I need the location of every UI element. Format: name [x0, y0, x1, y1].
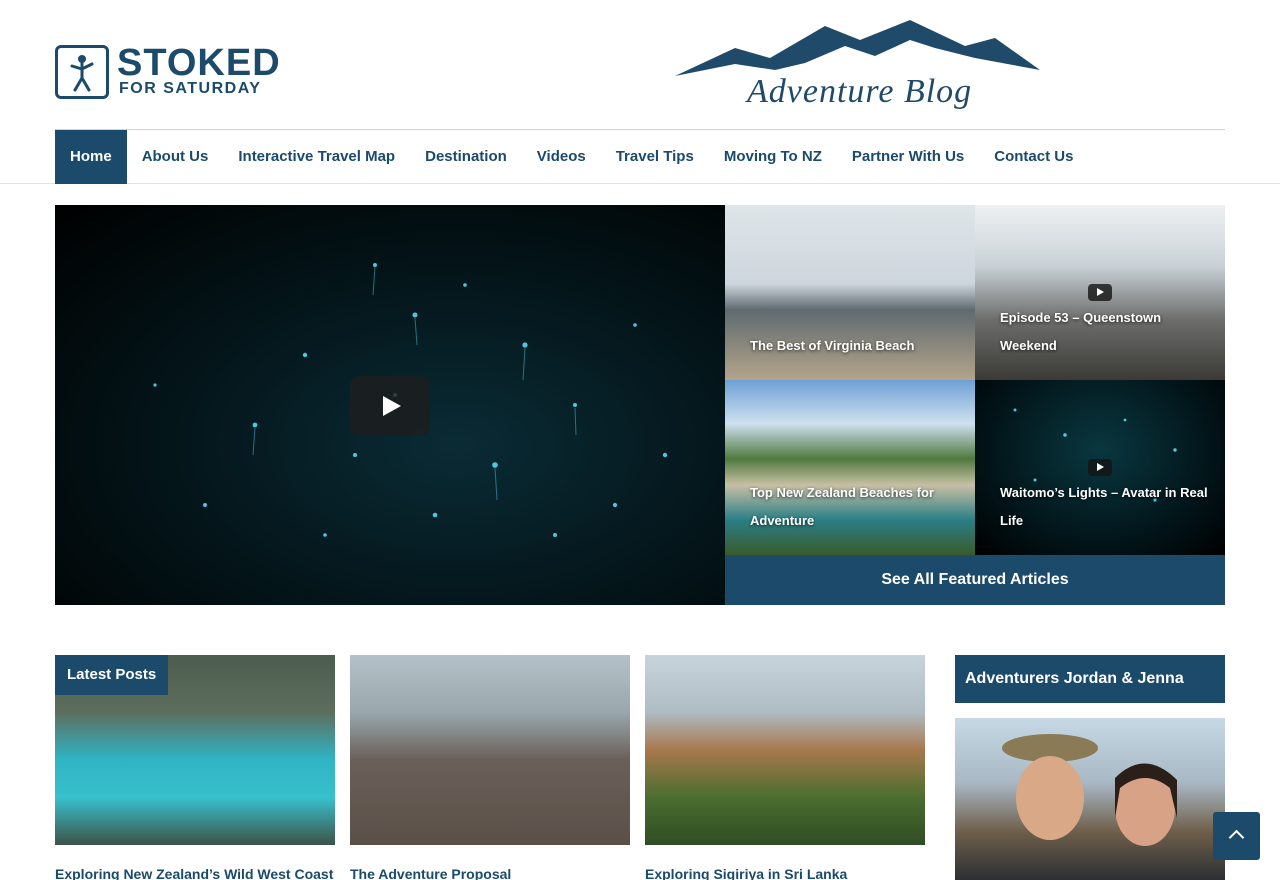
nav-item-destination[interactable]: Destination — [410, 130, 522, 184]
play-icon[interactable] — [350, 376, 430, 436]
nav-item-travel-tips[interactable]: Travel Tips — [601, 130, 709, 184]
nav-item-contact-us[interactable]: Contact Us — [979, 130, 1088, 184]
featured-tile-title[interactable]: The Best of Virginia Beach — [750, 332, 960, 360]
featured-tile[interactable]: Episode 53 – Queenstown Weekend — [975, 205, 1225, 380]
featured-tile-title[interactable]: Top New Zealand Beaches for Adventure — [750, 479, 960, 535]
featured-tile-title[interactable]: Waitomo’s Lights – Avatar in Real Life — [1000, 479, 1210, 535]
nav-item-about-us[interactable]: About Us — [127, 130, 224, 184]
featured-tile-title[interactable]: Episode 53 – Queenstown Weekend — [1000, 304, 1210, 360]
featured-hero-video[interactable] — [55, 205, 725, 605]
nav-item-videos[interactable]: Videos — [522, 130, 601, 184]
people-photo — [1002, 734, 1177, 846]
mountains-icon — [675, 20, 1040, 76]
featured-tile[interactable]: Top New Zealand Beaches for Adventure — [725, 380, 975, 555]
sidebar-heading: Adventurers Jordan & Jenna — [955, 655, 1225, 703]
banner-title: Adventure Blog — [747, 73, 973, 110]
surfer-logo-icon — [55, 45, 109, 99]
nav-item-moving-to-nz[interactable]: Moving To NZ — [709, 130, 837, 184]
logo-text-sub: FOR SATURDAY — [119, 80, 262, 97]
logo-text-main: STOKED — [117, 42, 281, 84]
post-title[interactable]: The Adventure Proposal — [350, 865, 630, 880]
nav-item-home[interactable]: Home — [55, 130, 127, 184]
nav-item-partner-with-us[interactable]: Partner With Us — [837, 130, 979, 184]
post-title[interactable]: Exploring Sigiriya in Sri Lanka — [645, 865, 925, 880]
nav-item-interactive-travel-map[interactable]: Interactive Travel Map — [223, 130, 410, 184]
post-title[interactable]: Exploring New Zealand’s Wild West Coast — [55, 865, 335, 880]
site-logo[interactable]: STOKED FOR SATURDAY — [55, 44, 327, 100]
adventurers-photo — [955, 718, 1225, 880]
see-all-featured-button[interactable]: See All Featured Articles — [725, 555, 1225, 605]
back-to-top-button[interactable] — [1213, 812, 1260, 860]
post-image[interactable] — [350, 655, 630, 845]
latest-posts-badge: Latest Posts — [55, 655, 169, 695]
post-image[interactable] — [645, 655, 925, 845]
post-card[interactable]: The Adventure Proposal — [350, 655, 630, 880]
adventure-blog-banner[interactable]: Adventure Blog — [675, 18, 1040, 113]
play-icon[interactable] — [1088, 284, 1112, 301]
featured-tile[interactable]: Waitomo’s Lights – Avatar in Real Life — [975, 380, 1225, 555]
main-nav: Home About Us Interactive Travel Map Des… — [55, 129, 1225, 184]
featured-tile[interactable]: The Best of Virginia Beach — [725, 205, 975, 380]
post-card[interactable]: Exploring Sigiriya in Sri Lanka — [645, 655, 925, 880]
play-icon[interactable] — [1088, 459, 1112, 476]
